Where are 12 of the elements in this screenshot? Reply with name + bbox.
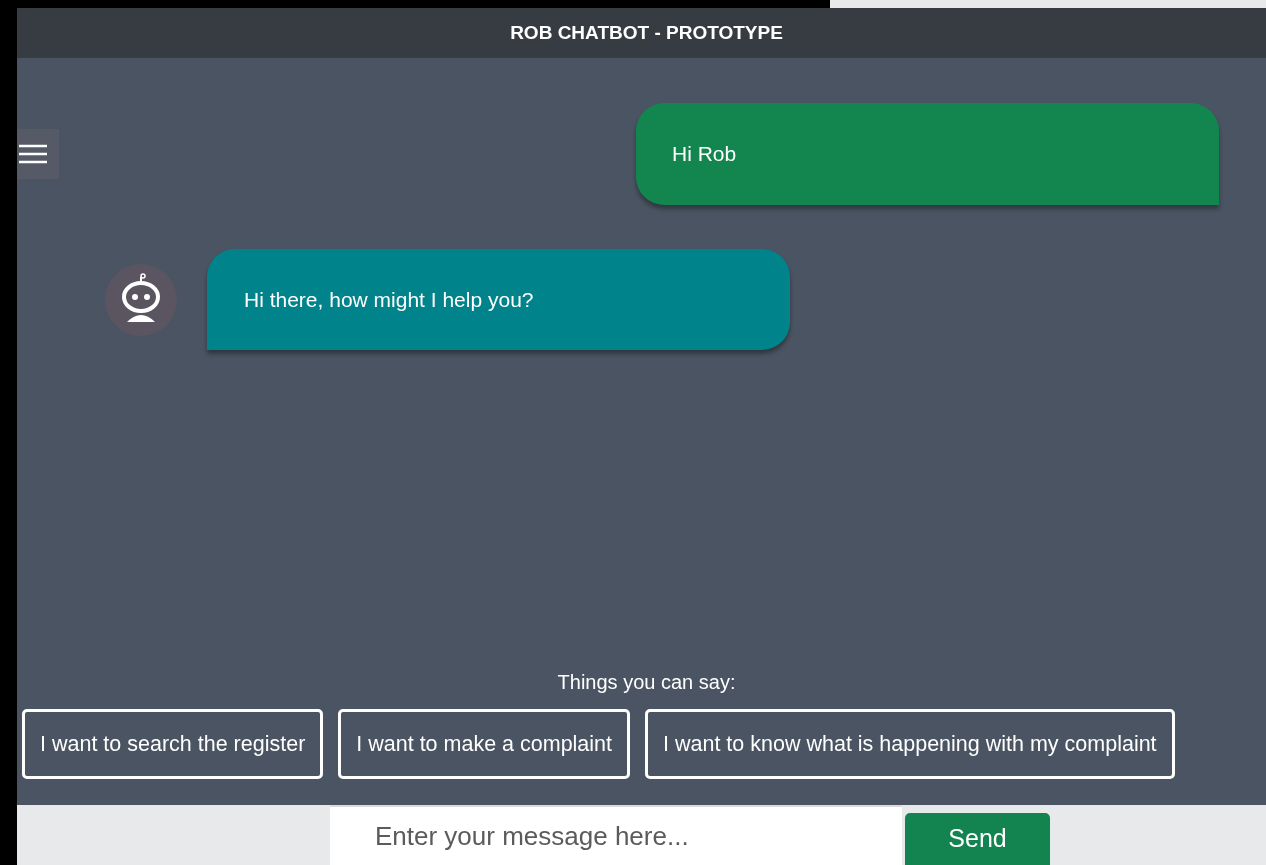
user-message-bubble: Hi Rob: [636, 103, 1219, 205]
message-input[interactable]: Enter your message here...: [330, 805, 902, 865]
robot-avatar-icon: [105, 263, 177, 336]
suggestion-button[interactable]: I want to search the register: [22, 709, 324, 779]
suggestion-button[interactable]: I want to make a complaint: [338, 709, 631, 779]
bot-message-bubble: Hi there, how might I help you?: [207, 249, 790, 350]
suggestion-button[interactable]: I want to know what is happening with my complaint: [645, 709, 1175, 779]
suggestions-label: Things you can say:: [557, 670, 736, 695]
app-title: ROB CHATBOT - PROTOTYPE: [510, 20, 783, 45]
send-button[interactable]: Send: [905, 813, 1050, 865]
menu-button[interactable]: [17, 129, 59, 179]
menu-icon: [19, 143, 47, 165]
